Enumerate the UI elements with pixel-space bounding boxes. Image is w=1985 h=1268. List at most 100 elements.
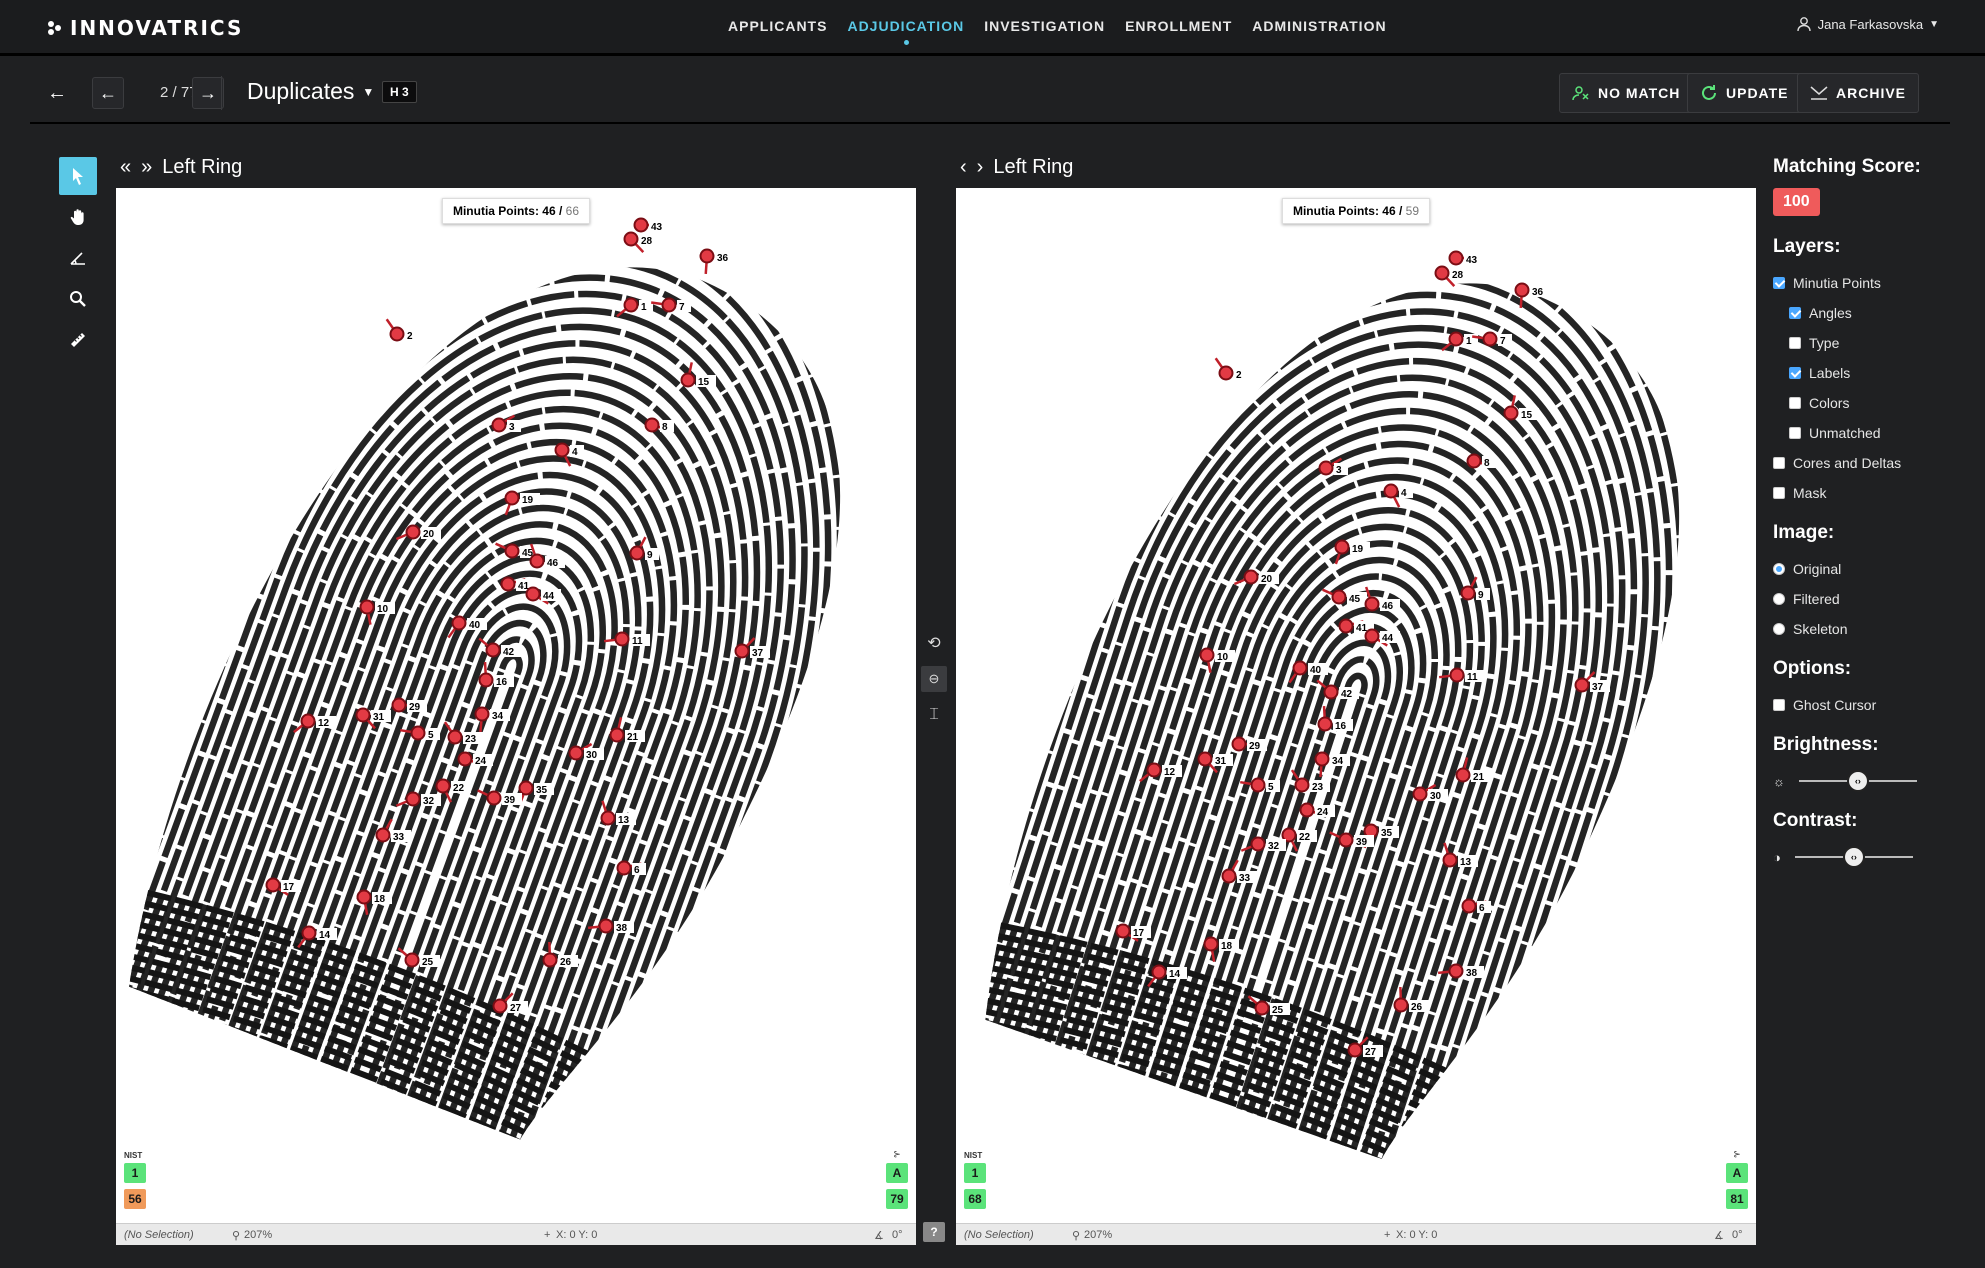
- image-filtered-radio[interactable]: Filtered: [1773, 584, 1973, 614]
- minutia-point[interactable]: 29: [1231, 736, 1268, 753]
- double-chevron-right-icon[interactable]: »: [141, 156, 152, 179]
- minutia-point[interactable]: 34: [1314, 751, 1351, 778]
- nav-enrollment[interactable]: ENROLLMENT: [1125, 18, 1232, 34]
- minutia-point[interactable]: 36: [1514, 282, 1551, 309]
- checkbox[interactable]: [1789, 427, 1801, 439]
- minutia-point[interactable]: 24: [1299, 802, 1336, 819]
- matching-score-title: Matching Score:: [1773, 156, 1921, 177]
- minutia-point[interactable]: 43: [633, 217, 670, 234]
- minutia-point[interactable]: 33: [375, 818, 412, 843]
- case-type-label: Duplicates: [247, 78, 355, 104]
- innovatrics-logo[interactable]: INNOVATRICS: [48, 16, 243, 40]
- minutia-point[interactable]: 17: [1115, 923, 1152, 942]
- minutia-point[interactable]: 43: [1448, 250, 1485, 267]
- ghost-cursor-checkbox[interactable]: Ghost Cursor: [1773, 690, 1973, 720]
- right-fingerprint-panel[interactable]: 43 28 36 1 7 2 15 3 8 4 19 20 45 46 9 41 44 10 40 11 42 16 37 2…: [956, 188, 1756, 1245]
- reset-rotation-icon[interactable]: ⟲: [921, 630, 947, 656]
- minutia-label: 26: [1411, 1002, 1423, 1013]
- user-menu[interactable]: Jana Farkasovska ▼: [1796, 16, 1939, 32]
- minutia-point[interactable]: 34: [474, 706, 511, 733]
- nist-value: 1: [124, 1163, 146, 1183]
- nav-investigation[interactable]: INVESTIGATION: [984, 18, 1105, 34]
- image-skeleton-radio[interactable]: Skeleton: [1773, 614, 1973, 644]
- nav-administration[interactable]: ADMINISTRATION: [1252, 18, 1386, 34]
- minutia-label: 5: [428, 730, 434, 741]
- layer-mask-checkbox[interactable]: Mask: [1773, 478, 1973, 508]
- minutia-point[interactable]: 27: [492, 992, 529, 1014]
- radio[interactable]: [1773, 623, 1785, 635]
- minutia-point[interactable]: 30: [1412, 783, 1449, 802]
- nav-applicants[interactable]: APPLICANTS: [728, 18, 827, 34]
- left-fingerprint-image[interactable]: 4328361 72153 8419204546941441040114216372…: [116, 188, 916, 1223]
- align-icon[interactable]: ⌶: [921, 702, 947, 728]
- minutia-point[interactable]: 36: [699, 248, 736, 275]
- layer-cores-and-deltas-checkbox[interactable]: Cores and Deltas: [1773, 448, 1973, 478]
- left-fingerprint-panel[interactable]: 43 28 36 1 7 2 15 3 8 4 19 20 45 46 9 41 44 10 40 11 42 16 37 2…: [116, 188, 916, 1245]
- back-button[interactable]: ←: [42, 78, 72, 108]
- checkbox[interactable]: [1789, 397, 1801, 409]
- angle-tool[interactable]: [59, 239, 97, 277]
- radio[interactable]: [1773, 593, 1785, 605]
- angle-icon: ∡: [874, 1230, 884, 1242]
- double-chevron-left-icon[interactable]: «: [120, 156, 131, 179]
- minutia-point[interactable]: 26: [1393, 986, 1430, 1013]
- minutia-point[interactable]: 23: [443, 721, 483, 745]
- slider-track[interactable]: ‹›: [1798, 770, 1917, 792]
- layer-labels-checkbox[interactable]: Labels: [1773, 358, 1973, 388]
- case-type-dropdown[interactable]: Duplicates ▼: [247, 78, 374, 105]
- right-fingerprint-image[interactable]: 4328361 721538419204546941441040114216372…: [956, 188, 1756, 1223]
- contrast-slider[interactable]: ◑ ‹›: [1773, 842, 1973, 872]
- minutia-point[interactable]: 2: [1214, 357, 1248, 381]
- link-views-icon[interactable]: ⊖: [921, 666, 947, 692]
- checkbox[interactable]: [1773, 277, 1785, 289]
- slider-track[interactable]: ‹›: [1794, 846, 1913, 868]
- chevron-right-icon[interactable]: ›: [977, 156, 984, 179]
- minutia-label: 18: [374, 894, 386, 905]
- update-button[interactable]: UPDATE: [1687, 73, 1802, 113]
- next-case-button[interactable]: →: [192, 77, 224, 109]
- minutia-point[interactable]: 24: [457, 751, 494, 768]
- checkbox[interactable]: [1773, 487, 1785, 499]
- slider-handle[interactable]: ‹›: [1842, 846, 1865, 868]
- no-match-button[interactable]: NO MATCH: [1559, 73, 1694, 113]
- layer-colors-checkbox[interactable]: Colors: [1773, 388, 1973, 418]
- minutia-point[interactable]: 2: [385, 318, 419, 342]
- nav-adjudication[interactable]: ADJUDICATION: [847, 18, 964, 45]
- minutia-point[interactable]: 35: [518, 780, 555, 806]
- help-button[interactable]: ?: [923, 1222, 945, 1242]
- minutia-point[interactable]: 16: [478, 661, 515, 688]
- checkbox[interactable]: [1789, 367, 1801, 379]
- select-tool[interactable]: [59, 157, 97, 195]
- checkbox[interactable]: [1773, 699, 1785, 711]
- chevron-left-icon[interactable]: ‹: [960, 156, 967, 179]
- minutia-point[interactable]: 21: [1455, 757, 1492, 783]
- minutia-point[interactable]: 29: [391, 697, 428, 714]
- minutia-point[interactable]: 28: [623, 231, 660, 254]
- minutia-point[interactable]: 33: [1221, 859, 1258, 884]
- layer-angles-checkbox[interactable]: Angles: [1773, 298, 1973, 328]
- layer-minutia-points-checkbox[interactable]: Minutia Points: [1773, 268, 1973, 298]
- minutia-label: 32: [423, 796, 435, 807]
- prev-case-button[interactable]: ←: [92, 77, 124, 109]
- archive-button[interactable]: ARCHIVE: [1797, 73, 1920, 113]
- slider-handle[interactable]: ‹›: [1846, 770, 1869, 792]
- status-bar: (No Selection) ⚲ 207% + X: 0 Y: 0 ∡ 0°: [956, 1223, 1756, 1245]
- checkbox[interactable]: [1789, 307, 1801, 319]
- minutia-point[interactable]: 17: [265, 877, 302, 896]
- brightness-slider[interactable]: ☼ ‹›: [1773, 766, 1973, 796]
- pan-tool[interactable]: [59, 198, 97, 236]
- zoom-tool[interactable]: [59, 280, 97, 318]
- minutia-label: 45: [1349, 594, 1361, 605]
- minutia-point[interactable]: 16: [1317, 705, 1354, 732]
- minutia-point[interactable]: 28: [1434, 265, 1471, 288]
- minutia-label: 28: [641, 236, 653, 247]
- image-original-radio[interactable]: Original: [1773, 554, 1973, 584]
- checkbox[interactable]: [1773, 457, 1785, 469]
- radio[interactable]: [1773, 563, 1785, 575]
- minutia-point[interactable]: 18: [356, 889, 393, 915]
- layer-unmatched-checkbox[interactable]: Unmatched: [1773, 418, 1973, 448]
- layer-type-checkbox[interactable]: Type: [1773, 328, 1973, 358]
- measure-tool[interactable]: [59, 321, 97, 359]
- checkbox[interactable]: [1789, 337, 1801, 349]
- minutia-label: 13: [618, 815, 630, 826]
